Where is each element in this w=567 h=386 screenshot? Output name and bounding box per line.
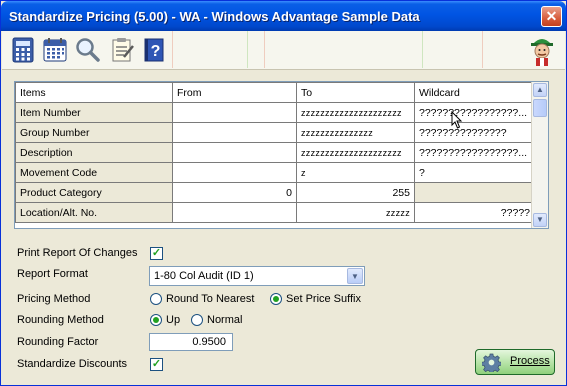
process-button[interactable]: Process — [475, 349, 555, 375]
wildcard-cell[interactable]: ? — [414, 162, 535, 183]
grid-header-row: Items From To Wildcard — [15, 82, 535, 103]
row-label: Item Number — [15, 102, 173, 123]
standardize-pricing-window: Standardize Pricing (5.00) - WA - Window… — [0, 0, 567, 386]
wildcard-cell[interactable]: ?????????????????... — [414, 102, 535, 123]
wildcard-cell — [414, 182, 535, 203]
mascot-logo — [531, 39, 553, 66]
from-cell[interactable] — [172, 202, 297, 223]
rounding-factor-input[interactable]: 0.9500 — [149, 333, 233, 351]
calendar-icon[interactable] — [42, 37, 68, 63]
from-cell[interactable] — [172, 122, 297, 143]
grid-scrollbar[interactable]: ▲ ▼ — [531, 82, 548, 228]
report-format-value: 1-80 Col Audit (ID 1) — [154, 270, 254, 282]
gear-icon — [482, 353, 501, 372]
to-cell[interactable]: zzzzz — [296, 202, 415, 223]
to-cell[interactable]: zzzzzzzzzzzzzzz — [296, 122, 415, 143]
column-header-from: From — [172, 82, 297, 103]
from-cell[interactable]: 0 — [172, 182, 297, 203]
from-cell[interactable] — [172, 142, 297, 163]
calculator-icon[interactable] — [10, 37, 36, 63]
help-book-icon[interactable]: ? — [141, 37, 167, 63]
to-cell[interactable]: zzzzzzzzzzzzzzzzzzzzz — [296, 102, 415, 123]
set-price-suffix-radio[interactable] — [270, 293, 282, 305]
rounding-method-label: Rounding Method — [17, 314, 104, 326]
criteria-grid: Items From To Wildcard Item Number zzzzz… — [14, 81, 549, 229]
print-report-checkbox[interactable]: ✓ — [150, 247, 163, 260]
table-row: Description zzzzzzzzzzzzzzzzzzzzz ??????… — [15, 142, 535, 163]
standardize-discounts-label: Standardize Discounts — [17, 358, 128, 370]
print-report-label: Print Report Of Changes — [17, 247, 138, 259]
scroll-down-button[interactable]: ▼ — [533, 213, 547, 227]
magnifier-icon[interactable] — [75, 37, 101, 63]
dropdown-arrow-icon[interactable]: ▼ — [347, 268, 363, 284]
to-cell[interactable]: zzzzzzzzzzzzzzzzzzzzz — [296, 142, 415, 163]
table-row: Movement Code z ? — [15, 162, 535, 183]
scroll-thumb[interactable] — [533, 99, 547, 117]
to-cell[interactable]: 255 — [296, 182, 415, 203]
round-normal-radio[interactable] — [191, 314, 203, 326]
help-glyph: ? — [151, 43, 161, 60]
table-row: Location/Alt. No. zzzzz ????? — [15, 202, 535, 223]
close-button[interactable]: ✕ — [541, 6, 562, 27]
checklist-icon[interactable] — [109, 37, 135, 63]
round-to-nearest-label[interactable]: Round To Nearest — [166, 293, 254, 305]
row-label: Location/Alt. No. — [15, 202, 173, 223]
from-cell[interactable] — [172, 102, 297, 123]
toolbar: ? — [2, 31, 565, 70]
wildcard-cell[interactable]: ?????????????????... — [414, 142, 535, 163]
set-price-suffix-label[interactable]: Set Price Suffix — [286, 293, 361, 305]
round-normal-label[interactable]: Normal — [207, 314, 242, 326]
process-button-label: Process — [510, 355, 550, 367]
table-row: Product Category 0 255 — [15, 182, 535, 203]
column-header-wildcard: Wildcard — [414, 82, 535, 103]
column-header-items: Items — [15, 82, 173, 103]
round-up-radio[interactable] — [150, 314, 162, 326]
column-header-to: To — [296, 82, 415, 103]
title-bar[interactable]: Standardize Pricing (5.00) - WA - Window… — [1, 1, 566, 31]
report-format-select[interactable]: 1-80 Col Audit (ID 1) ▼ — [149, 266, 365, 286]
standardize-discounts-checkbox[interactable]: ✓ — [150, 358, 163, 371]
criteria-table: Items From To Wildcard Item Number zzzzz… — [15, 82, 535, 223]
wildcard-cell[interactable]: ????? — [414, 202, 535, 223]
row-label: Group Number — [15, 122, 173, 143]
window-title: Standardize Pricing (5.00) - WA - Window… — [9, 9, 420, 24]
row-label: Movement Code — [15, 162, 173, 183]
mouse-cursor-icon — [451, 111, 463, 129]
from-cell[interactable] — [172, 162, 297, 183]
scroll-up-button[interactable]: ▲ — [533, 83, 547, 97]
to-cell[interactable]: z — [296, 162, 415, 183]
rounding-factor-label: Rounding Factor — [17, 336, 99, 348]
row-label: Product Category — [15, 182, 173, 203]
round-to-nearest-radio[interactable] — [150, 293, 162, 305]
pricing-method-label: Pricing Method — [17, 293, 91, 305]
wildcard-cell[interactable]: ??????????????? — [414, 122, 535, 143]
round-up-label[interactable]: Up — [166, 314, 180, 326]
report-format-label: Report Format — [17, 268, 88, 280]
row-label: Description — [15, 142, 173, 163]
